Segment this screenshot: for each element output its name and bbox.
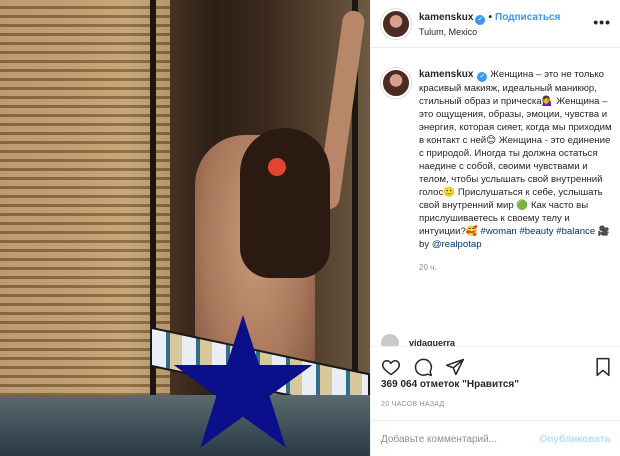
- caption-time: 20 ч.: [419, 263, 437, 272]
- comment-username[interactable]: vidaquerra: [409, 338, 455, 346]
- window-blinds: [0, 0, 170, 400]
- censor-star-icon: [173, 314, 313, 448]
- comments-area[interactable]: kamenskux ✓ Женщина – это не только краси…: [371, 48, 620, 346]
- hashtag-link[interactable]: #balance: [556, 226, 595, 237]
- add-comment-bar: Опубликовать: [371, 420, 620, 456]
- hashtag-link[interactable]: #beauty: [519, 226, 553, 237]
- caption-emoji: 😊: [486, 135, 497, 146]
- caption-username[interactable]: kamenskux: [419, 69, 473, 80]
- more-icon[interactable]: •••: [593, 14, 611, 30]
- header-user-line: kamenskux ✓ • Подписаться: [419, 12, 560, 25]
- hashtag-link[interactable]: #woman: [481, 226, 517, 237]
- post-timestamp: 20 ЧАСОВ НАЗАД: [381, 401, 445, 408]
- caption-emoji: 🟢: [516, 200, 529, 211]
- list-item: vidaquerra: [381, 334, 613, 346]
- caption-emoji: 🎥: [597, 226, 610, 237]
- separator-dot: •: [488, 12, 492, 23]
- caption-avatar[interactable]: [381, 68, 411, 98]
- flower-in-hair: [268, 158, 286, 176]
- hair: [240, 128, 330, 278]
- verified-badge-icon: ✓: [475, 15, 486, 25]
- publish-button[interactable]: Опубликовать: [540, 434, 611, 445]
- caption-part: by: [419, 239, 432, 250]
- caption-emoji: 🥰: [465, 226, 478, 237]
- post-sidebar: kamenskux ✓ • Подписаться Tulum, Mexico •••…: [370, 0, 620, 456]
- location-link[interactable]: Tulum, Mexico: [419, 27, 477, 37]
- follow-button[interactable]: Подписаться: [495, 12, 560, 23]
- avatar[interactable]: [381, 9, 411, 39]
- caption: kamenskux ✓ Женщина – это не только краси…: [381, 68, 613, 272]
- caption-emoji: 💁‍♀️: [541, 96, 554, 107]
- mention-link[interactable]: @realpotap: [432, 239, 482, 250]
- caption-text: kamenskux ✓ Женщина – это не только краси…: [419, 68, 613, 251]
- heart-icon[interactable]: [381, 357, 401, 377]
- comment-icon[interactable]: [413, 357, 433, 377]
- post-header: kamenskux ✓ • Подписаться Tulum, Mexico •••: [371, 0, 620, 48]
- avatar[interactable]: [381, 334, 399, 346]
- post-photo[interactable]: [0, 0, 370, 456]
- share-icon[interactable]: [445, 357, 465, 377]
- caption-emoji: 🙂: [443, 187, 456, 198]
- likes-count[interactable]: 369 064 отметок "Нравится": [381, 379, 519, 390]
- comment-input[interactable]: [381, 431, 541, 447]
- verified-badge-icon: ✓: [477, 72, 488, 82]
- bookmark-icon[interactable]: [593, 357, 613, 377]
- header-username[interactable]: kamenskux: [419, 12, 473, 23]
